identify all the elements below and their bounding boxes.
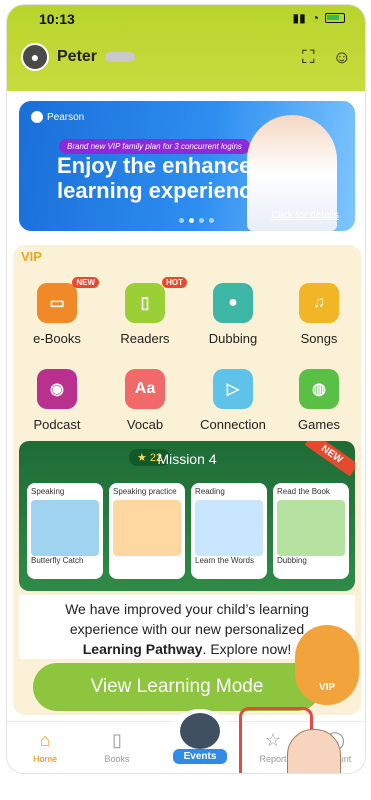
feature-label: Podcast bbox=[33, 417, 81, 432]
carousel-dot[interactable] bbox=[199, 218, 204, 223]
message-suffix: . Explore now! bbox=[202, 641, 292, 657]
feature-games[interactable]: ◍ Games bbox=[279, 369, 359, 432]
top-actions: ⛶ ☺ bbox=[302, 47, 351, 68]
radio-icon: ◉ bbox=[37, 369, 77, 409]
brand-logo: Pearson bbox=[31, 111, 84, 123]
card-subtitle: Dubbing bbox=[277, 556, 307, 565]
pathway-emphasis: Learning Pathway bbox=[82, 641, 203, 657]
bear-icon bbox=[180, 713, 220, 749]
feature-label: Readers bbox=[120, 331, 170, 346]
battery-icon bbox=[325, 13, 345, 23]
mission-title: Mission 4 bbox=[157, 451, 217, 467]
user-profile[interactable]: ● Peter bbox=[21, 43, 136, 71]
tab-home[interactable]: ⌂ Home bbox=[15, 730, 75, 764]
scan-icon[interactable]: ⛶ bbox=[302, 47, 315, 68]
feature-label: Songs bbox=[300, 331, 338, 346]
gamepad-icon: ◍ bbox=[299, 369, 339, 409]
home-icon: ⌂ bbox=[39, 730, 51, 750]
vip-label: VIP bbox=[21, 249, 42, 264]
wifi-icon: ◔ bbox=[311, 11, 319, 25]
mission-card[interactable]: Speaking practice bbox=[109, 483, 185, 579]
mission-card[interactable]: Reading Learn the Words bbox=[191, 483, 267, 579]
top-bar: 10:13 ▮▮ ◔ ● Peter ⛶ ☺ bbox=[7, 5, 365, 91]
support-icon[interactable]: ☺ bbox=[333, 47, 351, 68]
signal-icon: ▮▮ bbox=[292, 11, 306, 25]
card-subtitle: Learn the Words bbox=[195, 556, 254, 565]
brand-name: Pearson bbox=[47, 111, 85, 123]
feature-label: e-Books bbox=[33, 331, 81, 346]
play-icon: ▷ bbox=[213, 369, 253, 409]
vip-lion-mascot[interactable]: VIP bbox=[295, 625, 359, 705]
message-line: We have improved your child’s learning bbox=[65, 601, 309, 617]
promo-cta-link[interactable]: Click for details bbox=[271, 210, 339, 221]
ebook-icon: ▭ NEW bbox=[37, 277, 99, 323]
feature-readers[interactable]: ▯ HOT Readers bbox=[105, 277, 187, 346]
tab-books[interactable]: ▯ Books bbox=[87, 730, 147, 764]
card-image bbox=[195, 500, 263, 556]
hot-badge: HOT bbox=[162, 277, 187, 288]
card-image bbox=[113, 500, 181, 556]
mission-card[interactable]: Read the Book Dubbing bbox=[273, 483, 349, 579]
reader-icon: ▯ HOT bbox=[125, 277, 187, 323]
feature-label: Vocab bbox=[126, 417, 164, 432]
promo-banner[interactable]: Pearson Brand new VIP family plan for 3 … bbox=[19, 101, 355, 231]
user-tag bbox=[105, 52, 136, 62]
microphone-icon: ● bbox=[213, 283, 253, 323]
pearson-logo-icon bbox=[31, 111, 43, 123]
tab-label: Books bbox=[104, 754, 130, 764]
status-bar: 10:13 ▮▮ ◔ bbox=[7, 5, 365, 31]
mission-card[interactable]: Speaking Butterfly Catch bbox=[27, 483, 103, 579]
feature-label: Dubbing bbox=[208, 331, 258, 346]
card-title: Speaking bbox=[31, 487, 65, 496]
carousel-dot[interactable] bbox=[179, 218, 184, 223]
lion-badge-label: VIP bbox=[318, 682, 336, 693]
book-icon: ▯ bbox=[112, 730, 122, 750]
app-screen: 10:13 ▮▮ ◔ ● Peter ⛶ ☺ Pearson Brand new… bbox=[6, 4, 366, 774]
feature-dubbing[interactable]: ● Dubbing bbox=[193, 283, 273, 346]
card-image bbox=[31, 500, 99, 556]
feature-ebooks[interactable]: ▭ NEW e-Books bbox=[17, 277, 99, 346]
user-name: Peter bbox=[57, 48, 98, 65]
status-time: 10:13 bbox=[39, 11, 75, 27]
avatar[interactable]: ● bbox=[21, 43, 49, 71]
card-image bbox=[277, 500, 345, 556]
card-title: Reading bbox=[195, 487, 225, 496]
tab-label: Events bbox=[173, 749, 227, 764]
feature-label: Connection bbox=[200, 417, 266, 432]
view-learning-mode-button[interactable]: View Learning Mode bbox=[33, 663, 321, 711]
music-icon: ♫ bbox=[299, 283, 339, 323]
card-title: Read the Book bbox=[277, 487, 330, 496]
tab-events[interactable]: Events bbox=[167, 709, 233, 773]
feature-podcast[interactable]: ◉ Podcast bbox=[17, 369, 97, 432]
tab-label: Home bbox=[32, 754, 57, 764]
carousel-dot[interactable] bbox=[189, 218, 194, 223]
mission-panel[interactable]: ★ 22 Mission 4 NEW Speaking Butterfly Ca… bbox=[19, 441, 355, 591]
card-title: Speaking practice bbox=[113, 487, 177, 496]
feature-label: Games bbox=[298, 417, 340, 432]
feature-vocab[interactable]: Aa Vocab bbox=[105, 369, 185, 432]
promo-pill: Brand new VIP family plan for 3 concurre… bbox=[59, 139, 250, 154]
pointing-hand-icon bbox=[287, 729, 341, 773]
carousel-dots bbox=[179, 218, 214, 223]
carousel-dot[interactable] bbox=[209, 218, 214, 223]
status-icons: ▮▮ ◔ bbox=[293, 11, 345, 25]
feature-connection[interactable]: ▷ Connection bbox=[193, 369, 273, 432]
card-subtitle: Butterfly Catch bbox=[31, 556, 84, 565]
new-badge: NEW bbox=[72, 277, 99, 288]
vocab-icon: Aa bbox=[125, 369, 165, 409]
feature-songs[interactable]: ♫ Songs bbox=[279, 283, 359, 346]
